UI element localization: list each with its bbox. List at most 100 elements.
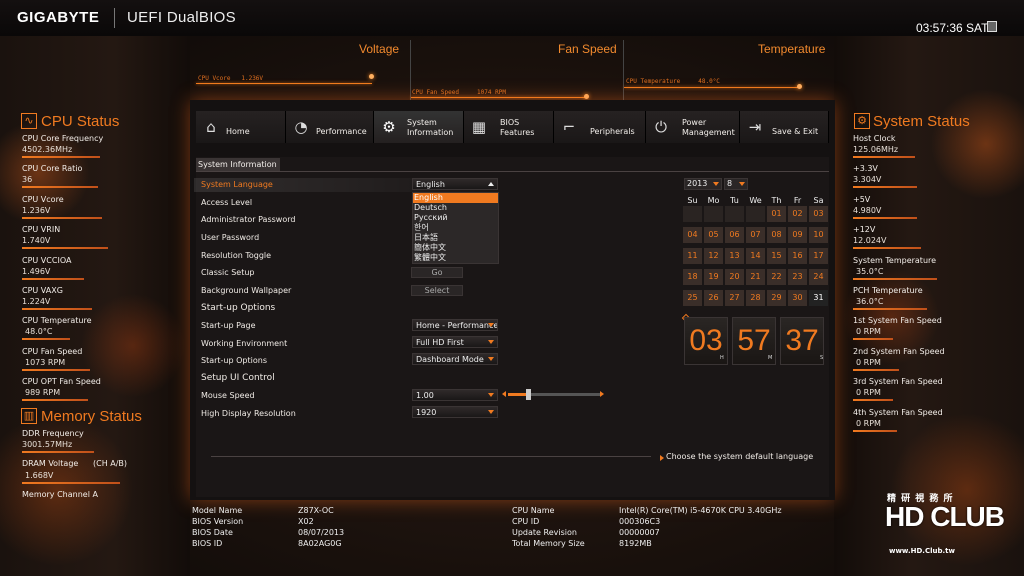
system-language-label[interactable]: System Language: [201, 180, 273, 189]
calendar-day[interactable]: 06: [725, 227, 744, 243]
calendar-day[interactable]: 24: [809, 269, 828, 285]
language-option[interactable]: Deutsch: [413, 203, 498, 213]
memory-chip-icon: ▥: [21, 408, 37, 424]
mouse-speed-slider-thumb[interactable]: [526, 389, 531, 400]
wallpaper-select-button[interactable]: Select: [411, 285, 463, 296]
language-option[interactable]: 簡体中文: [413, 243, 498, 253]
hdclub-watermark: 精 研 視 務 所 HD CLUB www.HD.Club.tw: [885, 491, 1005, 561]
calendar-day[interactable]: 28: [746, 290, 765, 306]
calendar-day[interactable]: 21: [746, 269, 765, 285]
mouse-speed-slider-track[interactable]: [530, 393, 600, 396]
system-language-dropdown[interactable]: English: [412, 178, 498, 190]
language-option[interactable]: 日本語: [413, 233, 498, 243]
calendar-day[interactable]: 07: [746, 227, 765, 243]
subtab-system-information[interactable]: System Information: [196, 158, 280, 171]
temperature-graph-line: [624, 87, 800, 88]
fan-label: CPU Fan Speed: [412, 89, 459, 96]
calendar-year: 2013: [687, 179, 708, 188]
calendar-day[interactable]: 02: [788, 206, 807, 222]
calendar-day[interactable]: 01: [767, 206, 786, 222]
working-environment-value: Full HD First: [416, 338, 464, 347]
help-divider: [211, 456, 651, 457]
calendar-day[interactable]: 20: [725, 269, 744, 285]
user-password-label[interactable]: User Password: [201, 233, 259, 242]
calendar-day[interactable]: 31: [809, 290, 828, 306]
tab-home[interactable]: ⌂ Home: [196, 111, 286, 143]
tab-system-information-line1: System: [407, 118, 437, 127]
classic-setup-label: Classic Setup: [201, 268, 255, 277]
tab-power-management[interactable]: ⏻ Power Management: [646, 111, 740, 143]
calendar-day[interactable]: 12: [704, 248, 723, 264]
calendar-day[interactable]: 26: [704, 290, 723, 306]
cpu-id-value: 000306C3: [619, 517, 661, 526]
admin-password-label[interactable]: Administrator Password: [201, 215, 295, 224]
cpu-stat-value: 1073 RPM: [25, 357, 66, 367]
system-stat-value: 0 RPM: [856, 327, 881, 337]
language-option[interactable]: English: [413, 193, 498, 203]
language-option[interactable]: 繁體中文: [413, 253, 498, 263]
system-status-title: System Status: [873, 113, 970, 130]
resolution-toggle-label[interactable]: Resolution Toggle: [201, 251, 271, 260]
high-display-resolution-dropdown[interactable]: 1920: [412, 406, 498, 418]
ddr-frequency-value: 3001.57MHz: [22, 440, 73, 449]
slider-right-arrow-icon[interactable]: [600, 391, 604, 397]
chevron-down-icon: [488, 393, 494, 397]
language-option[interactable]: 한어: [413, 223, 498, 233]
slider-left-arrow-icon[interactable]: [502, 391, 506, 397]
startup-page-dropdown[interactable]: Home - Performance: [412, 319, 498, 331]
system-language-value: English: [416, 180, 445, 189]
calendar-year-select[interactable]: 2013: [684, 178, 722, 190]
calendar-day[interactable]: 08: [767, 227, 786, 243]
calendar-icon[interactable]: [987, 21, 997, 32]
cpu-stat-bar: [22, 277, 84, 280]
tab-save-exit[interactable]: ⇥ Save & Exit: [740, 111, 829, 143]
tab-bios-features[interactable]: ▦ BIOS Features: [464, 111, 554, 143]
calendar-day[interactable]: 19: [704, 269, 723, 285]
startup-options-dropdown[interactable]: Dashboard Mode: [412, 353, 498, 365]
calendar-day[interactable]: 23: [788, 269, 807, 285]
cpu-stat-label: CPU Fan Speed: [22, 346, 83, 356]
calendar-day[interactable]: 17: [809, 248, 828, 264]
calendar-day[interactable]: 09: [788, 227, 807, 243]
calendar-day[interactable]: 30: [788, 290, 807, 306]
cpu-stat-label: CPU Vcore: [22, 194, 64, 204]
model-name-value: Z87X-OC: [298, 506, 334, 515]
calendar-day[interactable]: 10: [809, 227, 828, 243]
classic-setup-go-button[interactable]: Go: [411, 267, 463, 278]
calendar-day[interactable]: 13: [725, 248, 744, 264]
calendar-day[interactable]: 27: [725, 290, 744, 306]
high-display-resolution-label: High Display Resolution: [201, 409, 296, 418]
info-label: BIOS Version: [192, 517, 244, 526]
tab-save-exit-label: Save & Exit: [772, 127, 819, 136]
calendar-day[interactable]: 18: [683, 269, 702, 285]
calendar-day[interactable]: 22: [767, 269, 786, 285]
calendar-day[interactable]: 05: [704, 227, 723, 243]
calendar-day[interactable]: 29: [767, 290, 786, 306]
calendar-day[interactable]: 11: [683, 248, 702, 264]
startup-options-label: Start-up Options: [201, 356, 267, 365]
cpu-stat-bar: [22, 399, 88, 402]
clock-minutes-unit: M: [768, 355, 773, 361]
tab-performance[interactable]: ◔ Performance: [286, 111, 374, 143]
startup-options-heading: Start-up Options: [201, 303, 276, 313]
system-gear-icon: ⚙: [854, 113, 870, 129]
calendar-day[interactable]: 03: [809, 206, 828, 222]
language-list[interactable]: English Deutsch Русский 한어 日本語 簡体中文 繁體中文: [412, 192, 499, 264]
calendar-day[interactable]: 15: [767, 248, 786, 264]
calendar-month-select[interactable]: 8: [724, 178, 748, 190]
power-icon: ⏻: [655, 118, 667, 136]
tab-system-information[interactable]: ⚙ System Information: [374, 111, 464, 143]
tab-peripherals[interactable]: ⌐ Peripherals: [554, 111, 646, 143]
calendar-day[interactable]: 14: [746, 248, 765, 264]
system-stat-value: 3.304V: [853, 175, 882, 185]
tab-power-management-line1: Power: [682, 118, 707, 127]
mouse-speed-dropdown[interactable]: 1.00: [412, 389, 498, 401]
access-level-label: Access Level: [201, 198, 253, 207]
calendar-day[interactable]: 25: [683, 290, 702, 306]
calendar-day[interactable]: 16: [788, 248, 807, 264]
working-environment-dropdown[interactable]: Full HD First: [412, 336, 498, 348]
startup-page-value: Home - Performance: [416, 321, 498, 330]
system-stat-value: 36.0°C: [856, 297, 884, 306]
calendar-day[interactable]: 04: [683, 227, 702, 243]
language-option[interactable]: Русский: [413, 213, 498, 223]
